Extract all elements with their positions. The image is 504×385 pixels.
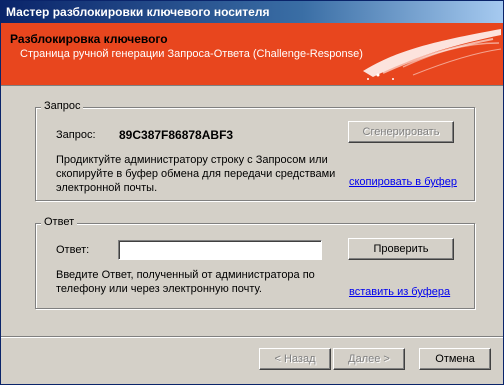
response-input[interactable] — [118, 240, 322, 260]
title-bar[interactable]: Мастер разблокировки ключевого носителя — [1, 1, 503, 23]
request-group-title: Запрос — [41, 100, 84, 112]
window-title: Мастер разблокировки ключевого носителя — [6, 5, 270, 19]
request-description-line: скопируйте в буфер обмена для передачи с… — [56, 168, 336, 180]
next-button[interactable]: Далее > — [333, 348, 405, 370]
response-group-title: Ответ — [41, 216, 78, 228]
footer-divider — [1, 336, 503, 338]
request-description: Продиктуйте администратору строку с Запр… — [56, 153, 335, 195]
request-description-line: Продиктуйте администратору строку с Запр… — [56, 154, 328, 166]
generate-button[interactable]: Сгенерировать — [348, 121, 454, 143]
copy-to-clipboard-link[interactable]: скопировать в буфер — [349, 176, 457, 188]
header-subtitle: Страница ручной генерации Запроса-Ответа… — [20, 48, 363, 60]
wizard-header: Разблокировка ключевого Страница ручной … — [1, 23, 503, 86]
back-button[interactable]: < Назад — [259, 348, 331, 370]
response-description-line: телефону или через электронную почту. — [56, 283, 262, 295]
request-label: Запрос: — [56, 129, 96, 141]
cancel-button[interactable]: Отмена — [419, 348, 491, 370]
paste-from-clipboard-link[interactable]: вставить из буфера — [349, 286, 450, 298]
brush-stroke-icon — [363, 29, 502, 80]
wizard-window: Мастер разблокировки ключевого носителя … — [0, 0, 504, 385]
response-description: Введите Ответ, полученный от администрат… — [56, 268, 315, 296]
request-description-line: электронной почты. — [56, 182, 158, 194]
response-label: Ответ: — [56, 244, 90, 256]
header-title: Разблокировка ключевого — [10, 32, 168, 46]
response-description-line: Введите Ответ, полученный от администрат… — [56, 269, 315, 281]
check-button[interactable]: Проверить — [348, 238, 454, 260]
request-value: 89C387F86878ABF3 — [119, 128, 234, 142]
